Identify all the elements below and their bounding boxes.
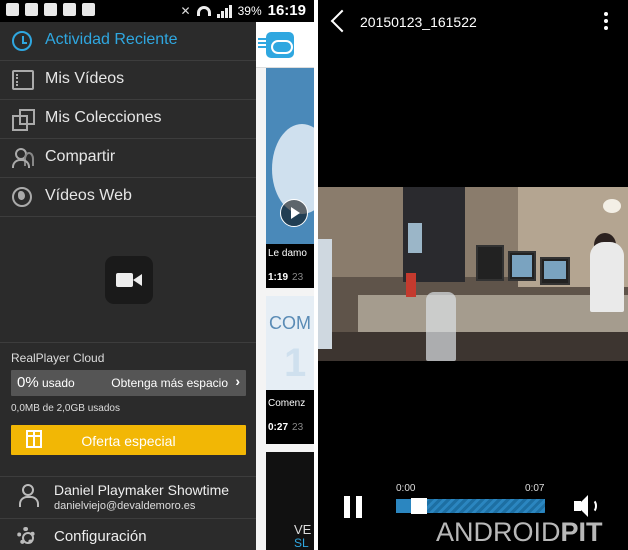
card-text: VE xyxy=(294,522,312,537)
video-scene-bottle xyxy=(426,292,456,361)
video-camera-icon xyxy=(116,273,133,287)
cloud-storage-section: RealPlayer Cloud 0% usado Obtenga más es… xyxy=(0,342,256,550)
seek-progress xyxy=(396,499,411,513)
video-date: 23 xyxy=(292,422,304,433)
settings-label: Configuración xyxy=(54,528,147,545)
signal-icon xyxy=(216,4,232,18)
nav-item-videos-web[interactable]: Vídeos Web xyxy=(0,178,256,217)
app-content-peek[interactable]: Le damo 1:19 23 COM 1 Comenz 0:27 23 VE SL xyxy=(256,22,314,550)
get-more-space-link[interactable]: Obtenga más espacio xyxy=(111,376,228,390)
user-icon xyxy=(19,484,39,507)
time-current: 0:00 xyxy=(396,483,416,494)
nav-item-label: Compartir xyxy=(45,148,116,165)
collections-icon xyxy=(12,109,35,131)
storage-usage-bar[interactable]: 0% usado Obtenga más espacio › xyxy=(11,370,246,396)
bag-notification-icon xyxy=(63,3,76,16)
pause-icon[interactable] xyxy=(344,496,362,518)
video-card[interactable]: COM 1 Comenz 0:27 23 xyxy=(266,296,314,444)
video-card-meta: 0:27 23 xyxy=(268,422,303,433)
video-duration: 1:19 xyxy=(268,272,289,283)
nav-item-actividad-reciente[interactable]: Actividad Reciente xyxy=(0,22,256,61)
play-icon[interactable] xyxy=(280,199,308,227)
camera-button[interactable] xyxy=(105,256,153,304)
video-scene-window xyxy=(408,223,422,253)
wifi-icon xyxy=(196,5,211,16)
video-date: 23 xyxy=(292,272,304,283)
nav-item-label: Vídeos Web xyxy=(45,187,132,204)
usage-percent: 0% xyxy=(17,374,39,391)
nav-item-mis-videos[interactable]: Mis Vídeos xyxy=(0,61,256,100)
battery-level: 39% xyxy=(237,3,262,18)
back-arrow-icon[interactable] xyxy=(330,10,344,32)
usage-detail: 0,0MB de 2,0GB usados xyxy=(11,403,120,414)
app-topbar xyxy=(256,22,314,68)
nav-item-mis-colecciones[interactable]: Mis Colecciones xyxy=(0,100,256,139)
nav-item-label: Mis Vídeos xyxy=(45,70,125,87)
watermark-part: PIT xyxy=(560,517,603,547)
nav-item-compartir[interactable]: Compartir xyxy=(0,139,256,178)
thumbnail-text: COM xyxy=(269,313,311,333)
video-camera-lens xyxy=(133,274,142,286)
video-scene-monitor xyxy=(476,245,504,281)
left-phone-screen: ✕ 39% 16:19 Actividad Reciente Mis Vídeo… xyxy=(0,0,314,550)
status-bar: ✕ 39% 16:19 xyxy=(0,0,314,22)
cloud-logo-icon xyxy=(266,32,294,58)
special-offer-button[interactable]: Oferta especial xyxy=(11,425,246,455)
right-phone-screen: 20150123_161522 0:00 0:07 ANDROIDPIT xyxy=(318,0,628,550)
volume-icon[interactable] xyxy=(574,494,600,518)
video-scene-device xyxy=(318,239,332,349)
mute-icon: ✕ xyxy=(180,3,191,18)
more-options-icon[interactable] xyxy=(604,12,608,32)
thumbnail-number: 1 xyxy=(284,341,307,385)
settings-row[interactable]: Configuración xyxy=(0,518,256,550)
status-clock: 16:19 xyxy=(267,2,306,19)
cloud-title: RealPlayer Cloud xyxy=(11,351,105,365)
video-scene-person xyxy=(590,242,624,312)
special-offer-label: Oferta especial xyxy=(81,433,176,449)
card-text: SL xyxy=(294,536,309,550)
usage-label: usado xyxy=(42,376,75,390)
user-name: Daniel Playmaker Showtime xyxy=(54,482,230,498)
video-card[interactable]: VE SL xyxy=(266,452,314,550)
navigation-drawer: Actividad Reciente Mis Vídeos Mis Colecc… xyxy=(0,22,256,550)
chevron-right-icon: › xyxy=(235,373,240,389)
document-notification-icon xyxy=(25,3,38,16)
video-card-title: Comenz xyxy=(268,398,306,409)
seek-bar[interactable] xyxy=(396,498,545,514)
time-total: 0:07 xyxy=(525,483,545,494)
video-title: 20150123_161522 xyxy=(360,14,477,30)
video-card-meta: 1:19 23 xyxy=(268,272,303,283)
bag-notification-icon xyxy=(82,3,95,16)
globe-icon xyxy=(12,187,32,207)
video-scene-lamp xyxy=(603,199,621,213)
video-scene-monitor xyxy=(508,251,536,281)
bag-notification-icon xyxy=(44,3,57,16)
watermark-part: ANDROID xyxy=(436,517,561,547)
nav-item-label: Mis Colecciones xyxy=(45,109,162,126)
video-frame[interactable] xyxy=(318,187,628,361)
player-header: 20150123_161522 xyxy=(318,0,628,44)
video-scene-floor xyxy=(318,332,628,361)
video-thumbnail: COM 1 xyxy=(266,296,314,390)
androidpit-watermark: ANDROIDPIT xyxy=(436,517,603,548)
user-account-row[interactable]: Daniel Playmaker Showtime danielviejo@de… xyxy=(0,476,256,516)
film-icon xyxy=(12,70,34,90)
screenshot-notification-icon xyxy=(6,3,19,16)
clock-icon xyxy=(12,31,32,51)
share-people-icon xyxy=(12,148,34,168)
nav-item-label: Actividad Reciente xyxy=(45,31,178,48)
video-scene-cup xyxy=(406,273,416,297)
video-scene-table xyxy=(358,295,628,335)
gear-icon xyxy=(17,527,35,545)
video-scene-monitor xyxy=(540,257,570,285)
video-duration: 0:27 xyxy=(268,422,289,433)
video-card[interactable]: Le damo 1:19 23 xyxy=(266,68,314,288)
video-card-title: Le damo xyxy=(268,248,307,259)
user-email: danielviejo@devaldemoro.es xyxy=(54,500,196,512)
seek-handle[interactable] xyxy=(410,498,427,514)
